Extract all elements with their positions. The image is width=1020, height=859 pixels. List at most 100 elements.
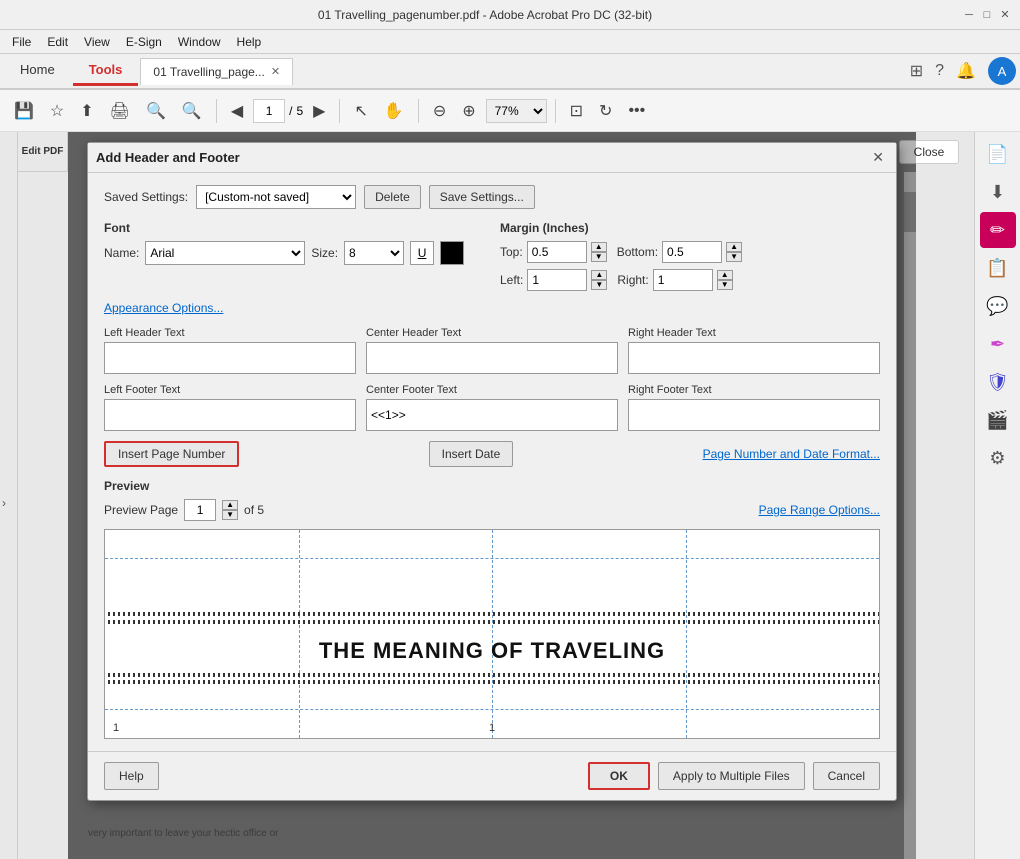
margin-bottom-up[interactable]: ▲ xyxy=(726,242,742,252)
modal-overlay: Add Header and Footer ✕ Saved Settings: … xyxy=(68,132,916,859)
fill-sign-icon[interactable]: ✒ xyxy=(980,326,1016,362)
menu-help[interactable]: Help xyxy=(229,33,270,51)
insert-date-button[interactable]: Insert Date xyxy=(429,441,514,467)
font-name-select[interactable]: Arial Times New Roman Helvetica xyxy=(145,241,305,265)
fit-page-icon[interactable]: ⊡ xyxy=(564,97,589,125)
margin-top-up[interactable]: ▲ xyxy=(591,242,607,252)
right-footer-label: Right Footer Text xyxy=(628,384,880,396)
delete-button[interactable]: Delete xyxy=(364,185,421,209)
minimize-button[interactable]: ─ xyxy=(962,8,976,22)
margin-right-spin: ▲ ▼ xyxy=(717,270,733,290)
appearance-options-link[interactable]: Appearance Options... xyxy=(104,301,223,315)
margin-bottom-input[interactable] xyxy=(662,241,722,263)
save-settings-button[interactable]: Save Settings... xyxy=(429,185,535,209)
menu-file[interactable]: File xyxy=(4,33,39,51)
page-format-link[interactable]: Page Number and Date Format... xyxy=(703,447,880,461)
pdf-tools-icon[interactable]: 📄 xyxy=(980,136,1016,172)
export-icon[interactable]: ⬇ xyxy=(980,174,1016,210)
tab-file[interactable]: 01 Travelling_page... ✕ xyxy=(140,58,293,85)
ok-button[interactable]: OK xyxy=(588,762,650,790)
maximize-button[interactable]: □ xyxy=(980,8,994,22)
left-sidebar[interactable]: › xyxy=(0,132,18,859)
right-header-input[interactable] xyxy=(628,342,880,374)
zoom-out-btn[interactable]: ⊖ xyxy=(427,97,452,125)
settings-icon[interactable]: ⚙ xyxy=(980,440,1016,476)
right-footer-input[interactable] xyxy=(628,399,880,431)
margin-left-input[interactable] xyxy=(527,269,587,291)
margin-right-up[interactable]: ▲ xyxy=(717,270,733,280)
preview-footer-center: 1 xyxy=(489,722,495,734)
center-header-input[interactable] xyxy=(366,342,618,374)
menu-view[interactable]: View xyxy=(76,33,118,51)
zoom-in-btn[interactable]: ⊕ xyxy=(456,97,481,125)
menu-window[interactable]: Window xyxy=(170,33,229,51)
help-button[interactable]: Help xyxy=(104,762,159,790)
left-footer-input[interactable] xyxy=(104,399,356,431)
apply-multiple-button[interactable]: Apply to Multiple Files xyxy=(658,762,805,790)
insert-page-number-button[interactable]: Insert Page Number xyxy=(104,441,239,467)
tab-icons: ⊞ ? 🔔 A xyxy=(910,57,1016,85)
page-next-icon[interactable]: ▶ xyxy=(307,97,331,125)
comment-icon[interactable]: 💬 xyxy=(980,288,1016,324)
zoom-in-text-icon[interactable]: 🔍 xyxy=(176,97,208,125)
hand-tool-icon[interactable]: ✋ xyxy=(378,97,410,125)
wavy-line-bottom xyxy=(105,620,879,624)
zoom-select[interactable]: 77% 50% 100% 150% xyxy=(486,99,547,123)
menu-edit[interactable]: Edit xyxy=(39,33,76,51)
left-header-input[interactable] xyxy=(104,342,356,374)
margin-left-down[interactable]: ▼ xyxy=(591,280,607,290)
preview-page-input[interactable] xyxy=(184,499,216,521)
select-tool-icon[interactable]: ↖ xyxy=(348,97,373,125)
app-title: 01 Travelling_pagenumber.pdf - Adobe Acr… xyxy=(8,8,962,22)
protect-icon[interactable]: 🛡 xyxy=(980,364,1016,400)
menu-esign[interactable]: E-Sign xyxy=(118,33,170,51)
right-footer-cell: Right Footer Text xyxy=(628,384,880,431)
tab-tools[interactable]: Tools xyxy=(73,56,139,86)
margin-right-down[interactable]: ▼ xyxy=(717,280,733,290)
print-icon[interactable]: 🖨 xyxy=(104,97,136,125)
more-tools-icon[interactable]: ••• xyxy=(622,98,651,124)
dialog-close-button[interactable]: ✕ xyxy=(868,149,888,166)
tab-file-close[interactable]: ✕ xyxy=(271,65,280,78)
preview-page-row: Preview Page ▲ ▼ of 5 Page Range Options… xyxy=(104,499,880,521)
preview-page-down[interactable]: ▼ xyxy=(222,510,238,520)
notification-icon[interactable]: 🔔 xyxy=(956,61,976,81)
acrobat-online-icon[interactable]: ⊞ xyxy=(910,61,923,81)
left-footer-cell: Left Footer Text xyxy=(104,384,356,431)
left-header-label: Left Header Text xyxy=(104,327,356,339)
upload-icon[interactable]: ⬆ xyxy=(74,97,99,125)
preview-page-up[interactable]: ▲ xyxy=(222,500,238,510)
user-avatar[interactable]: A xyxy=(988,57,1016,85)
tab-home[interactable]: Home xyxy=(4,56,71,86)
margin-left-up[interactable]: ▲ xyxy=(591,270,607,280)
edit-pdf-icon[interactable]: ✏ xyxy=(980,212,1016,248)
preview-page-spin: ▲ ▼ xyxy=(222,500,238,520)
margin-right-input[interactable] xyxy=(653,269,713,291)
font-size-select[interactable]: 8 10 12 14 xyxy=(344,241,404,265)
cancel-button[interactable]: Cancel xyxy=(813,762,880,790)
saved-settings-select[interactable]: [Custom-not saved] xyxy=(196,185,356,209)
left-header-cell: Left Header Text xyxy=(104,327,356,374)
page-range-link[interactable]: Page Range Options... xyxy=(759,503,880,517)
margin-top-down[interactable]: ▼ xyxy=(591,252,607,262)
center-footer-input[interactable] xyxy=(366,399,618,431)
page-number-input[interactable] xyxy=(253,99,285,123)
page-prev-icon[interactable]: ◀ xyxy=(225,97,249,125)
margin-bottom-down[interactable]: ▼ xyxy=(726,252,742,262)
bookmark-icon[interactable]: ☆ xyxy=(44,97,70,125)
dialog-footer: Help OK Apply to Multiple Files Cancel xyxy=(88,751,896,800)
font-color-picker[interactable] xyxy=(440,241,464,265)
underline-button[interactable]: U xyxy=(410,241,434,265)
margin-top-input[interactable] xyxy=(527,241,587,263)
zoom-out-icon[interactable]: 🔍 xyxy=(140,97,172,125)
help-icon[interactable]: ? xyxy=(935,62,944,80)
rotate-icon[interactable]: ↻ xyxy=(593,97,618,125)
video-icon[interactable]: 🎬 xyxy=(980,402,1016,438)
margin-left-field: Left: ▲ ▼ xyxy=(500,269,607,291)
organize-pages-icon[interactable]: 📋 xyxy=(980,250,1016,286)
dialog-body: Saved Settings: [Custom-not saved] Delet… xyxy=(88,173,896,751)
saved-settings-label: Saved Settings: xyxy=(104,190,188,204)
margin-top-spin: ▲ ▼ xyxy=(591,242,607,262)
save-icon[interactable]: 💾 xyxy=(8,97,40,125)
app-close-button[interactable]: ✕ xyxy=(998,8,1012,22)
